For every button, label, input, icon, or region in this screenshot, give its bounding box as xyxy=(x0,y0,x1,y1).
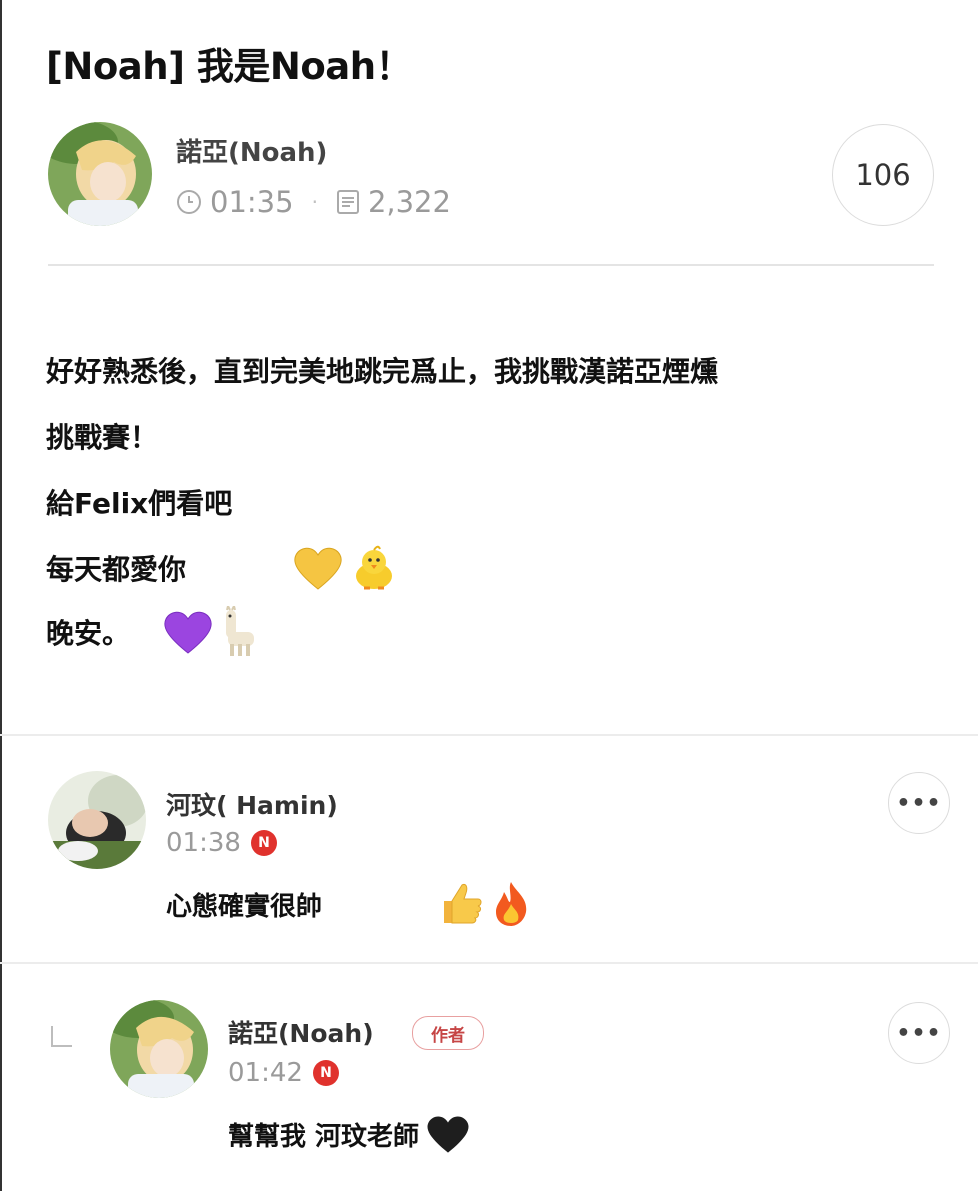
body-line-5-row: 晚安。 xyxy=(46,606,264,656)
comment-author[interactable]: 河玟( Hamin) xyxy=(166,786,338,822)
commenter-avatar[interactable] xyxy=(48,771,146,869)
comment-text: 心態確實很帥 xyxy=(166,891,323,922)
reply-time: 01:42 xyxy=(228,1058,303,1088)
document-icon xyxy=(336,189,360,215)
purple-heart-icon xyxy=(162,609,214,655)
post-title: [Noah] 我是Noah！ xyxy=(46,45,413,88)
author-avatar[interactable] xyxy=(48,122,152,226)
body-line-4: 每天都愛你 xyxy=(46,553,187,586)
reply-arrow-icon xyxy=(50,1026,72,1048)
comment-more-button[interactable]: ••• xyxy=(888,772,950,834)
black-heart-icon xyxy=(425,1113,471,1155)
reply-text: 幫幫我 河玟老師 xyxy=(228,1121,420,1152)
body-line-1: 好好熟悉後，直到完美地跳完爲止，我挑戰漢諾亞煙燻 xyxy=(46,355,719,388)
yellow-heart-icon xyxy=(292,545,344,591)
author-tag: 作者 xyxy=(412,1016,484,1050)
body-line-4-row: 每天都愛你 xyxy=(46,545,398,591)
llama-icon xyxy=(218,606,264,658)
reply-author[interactable]: 諾亞(Noah) xyxy=(228,1014,374,1050)
reply-new-badge: N xyxy=(312,1060,339,1086)
comments-divider xyxy=(0,734,978,736)
reply-more-button[interactable]: ••• xyxy=(888,1002,950,1064)
reply-meta: 01:42 N xyxy=(228,1058,339,1088)
post-time: 01:35 xyxy=(210,185,294,219)
comment-meta: 01:38 N xyxy=(166,828,277,858)
comment-count-button[interactable]: 106 xyxy=(832,124,934,226)
post-meta: 01:35 · 2,322 xyxy=(176,182,451,222)
reply-text-row: 幫幫我 河玟老師 xyxy=(228,1114,471,1154)
meta-separator: · xyxy=(311,190,318,214)
post-views: 2,322 xyxy=(367,185,451,219)
reply-author-avatar[interactable] xyxy=(110,1000,208,1098)
reply-divider xyxy=(0,962,978,964)
comment-text-row: 心態確實很帥 xyxy=(166,881,532,927)
new-badge: N xyxy=(250,830,277,856)
chick-icon xyxy=(350,544,398,592)
left-border xyxy=(0,0,2,1191)
body-line-3: 給Felix們看吧 xyxy=(46,487,233,520)
body-line-5: 晚安。 xyxy=(46,617,131,650)
body-line-2: 挑戰賽！ xyxy=(46,421,159,454)
comment-time: 01:38 xyxy=(166,828,241,858)
header-divider xyxy=(48,264,934,266)
author-name[interactable]: 諾亞(Noah) xyxy=(176,132,327,169)
thumbs-up-icon xyxy=(438,881,484,927)
clock-icon xyxy=(176,189,202,215)
fire-icon xyxy=(490,880,532,928)
